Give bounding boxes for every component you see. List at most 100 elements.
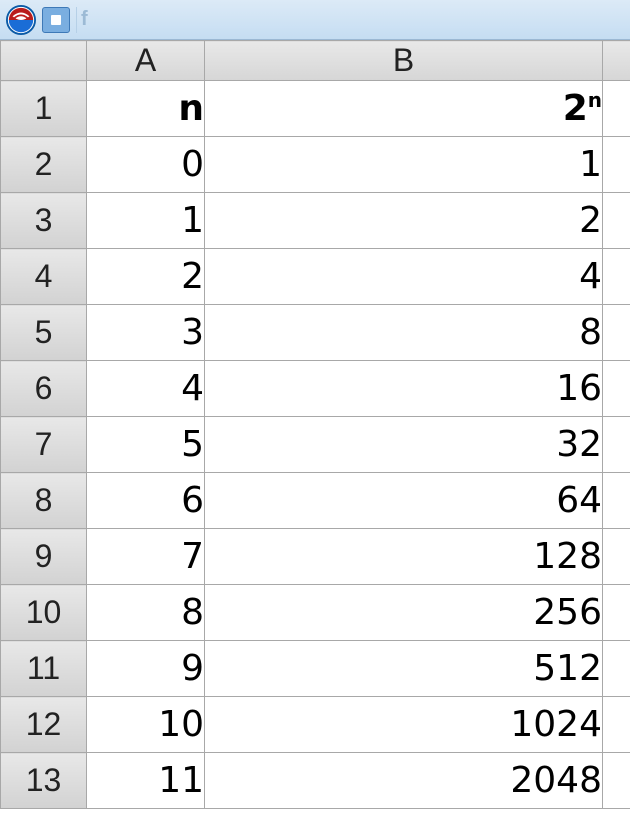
cell-C7[interactable] xyxy=(603,417,630,473)
row-header[interactable]: 1 xyxy=(1,81,87,137)
cell-C11[interactable] xyxy=(603,641,630,697)
cell-text: 2 xyxy=(579,200,602,241)
table-row: 1 n 2n xyxy=(1,81,630,137)
window-control-button[interactable] xyxy=(42,7,70,33)
cell-text: 1 xyxy=(181,200,204,241)
row-header[interactable]: 4 xyxy=(1,249,87,305)
cell-C10[interactable] xyxy=(603,585,630,641)
cell-B11[interactable]: 512 xyxy=(205,641,603,697)
cell-A12[interactable]: 10 xyxy=(87,697,205,753)
cell-A6[interactable]: 4 xyxy=(87,361,205,417)
cell-A13[interactable]: 11 xyxy=(87,753,205,809)
table-row: 6 416 xyxy=(1,361,630,417)
cell-B3[interactable]: 2 xyxy=(205,193,603,249)
column-header-A[interactable]: A xyxy=(87,41,205,81)
cell-text: 3 xyxy=(181,312,204,353)
cell-B13[interactable]: 2048 xyxy=(205,753,603,809)
table-row: 9 7 128 xyxy=(1,529,630,585)
cell-text: 7 xyxy=(181,536,204,577)
cell-A1[interactable]: n xyxy=(87,81,205,137)
cell-C5[interactable] xyxy=(603,305,630,361)
cell-B6[interactable]: 16 xyxy=(205,361,603,417)
table-row: 11 9 512 xyxy=(1,641,630,697)
row-header[interactable]: 5 xyxy=(1,305,87,361)
app-logo-icon xyxy=(6,5,36,35)
cell-text: 10 xyxy=(158,704,204,745)
table-row: 5 3 8 xyxy=(1,305,630,361)
row-header[interactable]: 12 xyxy=(1,697,87,753)
cell-B9[interactable]: 128 xyxy=(205,529,603,585)
maximize-icon xyxy=(51,15,61,25)
table-row: 86 64 xyxy=(1,473,630,529)
cell-text: 2n xyxy=(563,88,602,129)
row-header[interactable]: 2 xyxy=(1,137,87,193)
cell-C3[interactable] xyxy=(603,193,630,249)
table-row: 4 2 4 xyxy=(1,249,630,305)
table-row: 7 5 32 xyxy=(1,417,630,473)
cell-B2[interactable]: 1 xyxy=(205,137,603,193)
row-header[interactable]: 11 xyxy=(1,641,87,697)
column-header-B[interactable]: B xyxy=(205,41,603,81)
cell-text: 9 xyxy=(181,648,204,689)
cell-A2[interactable]: 0 xyxy=(87,137,205,193)
cell-A10[interactable]: 8 xyxy=(87,585,205,641)
corner-cell[interactable] xyxy=(1,41,87,81)
window-title-bar: f xyxy=(0,0,630,40)
row-header[interactable]: 6 xyxy=(1,361,87,417)
cell-C13[interactable] xyxy=(603,753,630,809)
cell-text: 5 xyxy=(181,424,204,465)
cell-A4[interactable]: 2 xyxy=(87,249,205,305)
row-header[interactable]: 10 xyxy=(1,585,87,641)
cell-text: 128 xyxy=(533,536,602,577)
cell-C8[interactable] xyxy=(603,473,630,529)
table-row: 10 8 256 xyxy=(1,585,630,641)
toolbar-divider xyxy=(76,7,77,33)
cell-B1[interactable]: 2n xyxy=(205,81,603,137)
cell-C6[interactable] xyxy=(603,361,630,417)
cell-text: 32 xyxy=(556,424,602,465)
row-header[interactable]: 9 xyxy=(1,529,87,585)
cell-text: 4 xyxy=(181,368,204,409)
title-fragment: f xyxy=(81,8,88,31)
cell-C1[interactable] xyxy=(603,81,630,137)
cell-A5[interactable]: 3 xyxy=(87,305,205,361)
cell-text: 4 xyxy=(579,256,602,297)
cell-B12[interactable]: 1024 xyxy=(205,697,603,753)
table-row: 12 10 1024 xyxy=(1,697,630,753)
row-header[interactable]: 3 xyxy=(1,193,87,249)
cell-text: 2048 xyxy=(510,760,602,801)
table-row: 2 0 1 xyxy=(1,137,630,193)
cell-A11[interactable]: 9 xyxy=(87,641,205,697)
cell-A8[interactable]: 6 xyxy=(87,473,205,529)
cell-text: 8 xyxy=(181,592,204,633)
row-header[interactable]: 7 xyxy=(1,417,87,473)
spreadsheet-grid[interactable]: A B 1n2n20131242453864167532866497128108… xyxy=(0,40,630,809)
cell-B5[interactable]: 8 xyxy=(205,305,603,361)
cell-C4[interactable] xyxy=(603,249,630,305)
cell-B4[interactable]: 4 xyxy=(205,249,603,305)
cell-text: 1 xyxy=(579,144,602,185)
cell-C2[interactable] xyxy=(603,137,630,193)
cell-text: 64 xyxy=(556,480,602,521)
cell-A9[interactable]: 7 xyxy=(87,529,205,585)
cell-C12[interactable] xyxy=(603,697,630,753)
cell-B7[interactable]: 32 xyxy=(205,417,603,473)
table-row: 13 11 2048 xyxy=(1,753,630,809)
cell-text: 8 xyxy=(579,312,602,353)
cell-A7[interactable]: 5 xyxy=(87,417,205,473)
cell-B10[interactable]: 256 xyxy=(205,585,603,641)
cell-A3[interactable]: 1 xyxy=(87,193,205,249)
cell-C9[interactable] xyxy=(603,529,630,585)
cell-text: 2 xyxy=(181,256,204,297)
row-header[interactable]: 8 xyxy=(1,473,87,529)
cell-text: n xyxy=(178,88,204,129)
cell-text: 0 xyxy=(181,144,204,185)
cell-text: 256 xyxy=(533,592,602,633)
column-header-C[interactable] xyxy=(603,41,630,81)
cell-text: 512 xyxy=(533,648,602,689)
cell-B8[interactable]: 64 xyxy=(205,473,603,529)
cell-text: 11 xyxy=(158,760,204,801)
cell-text: 1024 xyxy=(510,704,602,745)
table-row: 3 1 2 xyxy=(1,193,630,249)
row-header[interactable]: 13 xyxy=(1,753,87,809)
